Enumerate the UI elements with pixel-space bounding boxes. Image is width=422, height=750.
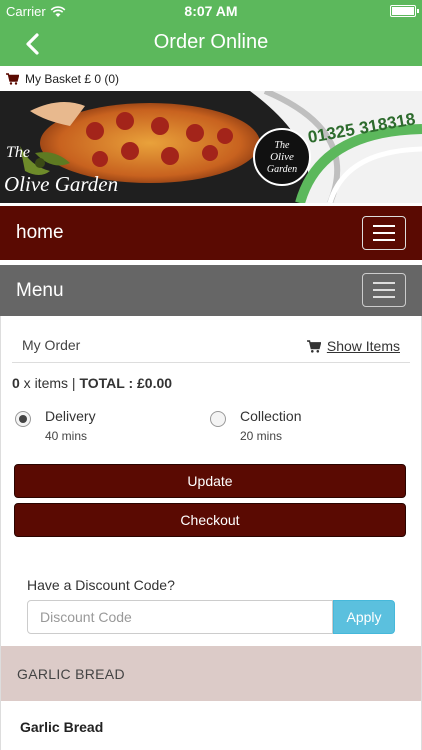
item-count: 0	[12, 375, 20, 391]
order-total: TOTAL : £0.00	[79, 375, 173, 391]
order-totals: 0 x items | TOTAL : £0.00	[12, 375, 172, 391]
home-bar: home	[0, 206, 422, 260]
apply-button[interactable]: Apply	[333, 600, 395, 634]
delivery-label: Delivery	[45, 408, 96, 424]
category-name: GARLIC BREAD	[17, 666, 125, 682]
my-order-heading: My Order	[22, 337, 81, 353]
banner-brand-name: Olive Garden	[4, 172, 118, 196]
checkout-button[interactable]: Checkout	[14, 503, 406, 537]
status-time: 8:07 AM	[184, 3, 238, 19]
banner-brand-the: The	[6, 144, 30, 161]
page-title: Order Online	[153, 31, 269, 53]
battery-icon	[390, 5, 419, 17]
basket-link[interactable]: My Basket £ 0 (0)	[0, 66, 422, 91]
home-menu-toggle-icon[interactable]	[362, 216, 406, 250]
banner-graphic: The Olive Garden The Olive Garden 01325 …	[0, 91, 422, 203]
collection-label: Collection	[240, 408, 302, 424]
status-bar: Carrier 8:07 AM	[0, 0, 422, 22]
category-header[interactable]: GARLIC BREAD	[1, 646, 421, 701]
svg-text:Garden: Garden	[267, 164, 297, 175]
menu-toggle-icon[interactable]	[362, 273, 406, 307]
delivery-time: 40 mins	[45, 429, 88, 443]
collection-time: 20 mins	[240, 429, 283, 443]
nav-bar: Order Online	[0, 22, 422, 66]
items-label: x items |	[19, 375, 80, 391]
collection-radio[interactable]	[210, 411, 226, 427]
svg-text:The: The	[275, 140, 291, 151]
menu-label[interactable]: Menu	[16, 280, 64, 302]
home-label[interactable]: home	[16, 222, 64, 244]
update-button[interactable]: Update	[14, 464, 406, 498]
cart-icon	[6, 72, 19, 85]
menu-item-name[interactable]: Garlic Bread	[20, 719, 103, 735]
menu-bar: Menu	[0, 265, 422, 316]
discount-question: Have a Discount Code?	[27, 577, 175, 593]
discount-code-input[interactable]: Discount Code	[27, 600, 333, 634]
svg-text:Olive: Olive	[270, 151, 294, 163]
cart-icon	[306, 339, 321, 353]
show-items-label: Show Items	[326, 338, 400, 354]
divider	[12, 362, 410, 363]
basket-label: My Basket £ 0 (0)	[25, 71, 120, 86]
show-items-link[interactable]: Show Items	[306, 338, 400, 354]
delivery-radio[interactable]	[15, 411, 31, 427]
restaurant-banner: The Olive Garden The Olive Garden 01325 …	[0, 91, 422, 203]
